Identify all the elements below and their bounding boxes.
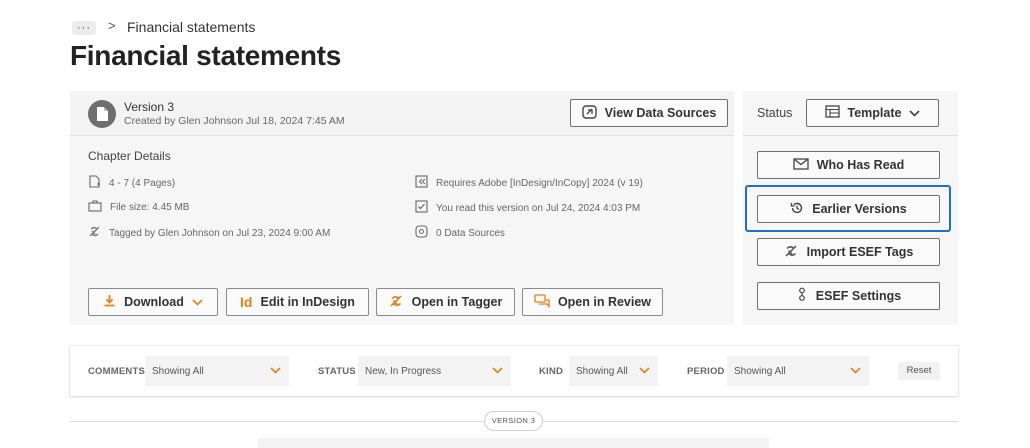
kind-filter-label: KIND [539, 366, 564, 377]
chevron-down-icon [270, 366, 281, 377]
open-in-review-button[interactable]: Open in Review [522, 288, 663, 316]
tag-icon [389, 294, 404, 311]
template-icon [824, 105, 840, 121]
view-data-sources-button[interactable]: View Data Sources [570, 99, 728, 127]
requires-detail: Requires Adobe [InDesign/InCopy] 2024 (v… [415, 175, 643, 191]
kind-filter-select[interactable]: Showing All [569, 356, 658, 386]
chevron-down-icon [850, 366, 861, 377]
period-filter-select[interactable]: Showing All [727, 356, 869, 386]
open-in-tagger-button[interactable]: Open in Tagger [376, 288, 515, 316]
status-label: Status [757, 106, 793, 120]
status-filter-select[interactable]: New, In Progress [358, 356, 511, 386]
rewind-icon [415, 175, 428, 191]
breadcrumb-more-button[interactable]: ··· [72, 21, 96, 35]
chapter-details-heading: Chapter Details [88, 149, 171, 163]
earlier-versions-button[interactable]: Earlier Versions [757, 195, 940, 223]
status-dropdown[interactable]: Template [806, 99, 939, 127]
edit-in-indesign-button[interactable]: Id Edit in InDesign [226, 288, 369, 316]
comment-icon [534, 293, 550, 311]
breadcrumb-current: Financial statements [127, 19, 256, 35]
file-size-detail: File size: 4.45 MB [88, 200, 189, 215]
pages-detail: 4 - 7 (4 Pages) [88, 175, 175, 191]
period-filter-label: PERIOD [687, 366, 725, 377]
comments-filter-label: COMMENTS [88, 366, 146, 377]
page-icon [88, 175, 101, 191]
chevron-down-icon [192, 295, 203, 309]
page-title: Financial statements [70, 40, 341, 71]
import-esef-tags-button[interactable]: Import ESEF Tags [757, 238, 940, 266]
status-header: Status Template [743, 91, 958, 136]
download-button[interactable]: Download [88, 288, 218, 316]
chevron-right-icon: > [108, 18, 116, 33]
tag-icon [784, 244, 799, 261]
comments-filter-bar: COMMENTS Showing All STATUS New, In Prog… [70, 346, 958, 396]
checkbox-icon [415, 200, 428, 216]
version-card-header: Version 3 Created by Glen Johnson Jul 18… [70, 91, 734, 136]
chevron-down-icon [909, 106, 921, 120]
link-icon [415, 225, 428, 241]
document-icon [88, 100, 116, 128]
link-icon [581, 104, 597, 122]
view-data-sources-label: View Data Sources [604, 106, 717, 120]
version-card: Version 3 Created by Glen Johnson Jul 18… [70, 91, 734, 325]
tagged-by-detail: Tagged by Glen Johnson on Jul 23, 2024 9… [88, 225, 330, 241]
esef-settings-button[interactable]: ESEF Settings [757, 282, 940, 310]
who-has-read-button[interactable]: Who Has Read [757, 151, 940, 179]
status-filter-label: STATUS [318, 366, 356, 377]
download-icon [103, 294, 116, 310]
version-created-by: Created by Glen Johnson Jul 18, 2024 7:4… [124, 115, 345, 127]
chevron-down-icon [492, 366, 503, 377]
comments-filter-select[interactable]: Showing All [145, 356, 289, 386]
version-side-panel: Status Template Who Has Read Earlier Ver… [743, 91, 958, 325]
briefcase-icon [88, 200, 102, 215]
version-title: Version 3 [124, 100, 175, 114]
tag-icon [88, 225, 101, 241]
envelope-icon [793, 157, 809, 173]
ellipsis-icon: ··· [77, 22, 91, 34]
reset-filters-button[interactable]: Reset [898, 362, 940, 380]
chevron-down-icon [639, 366, 650, 377]
settings-icon [796, 287, 808, 305]
history-icon [790, 201, 804, 218]
indesign-icon: Id [240, 294, 253, 310]
version-divider-badge: VERSION 3 [484, 411, 543, 431]
comment-placeholder [258, 438, 769, 448]
data-sources-detail: 0 Data Sources [415, 225, 505, 241]
you-read-detail: You read this version on Jul 24, 2024 4:… [415, 200, 640, 216]
